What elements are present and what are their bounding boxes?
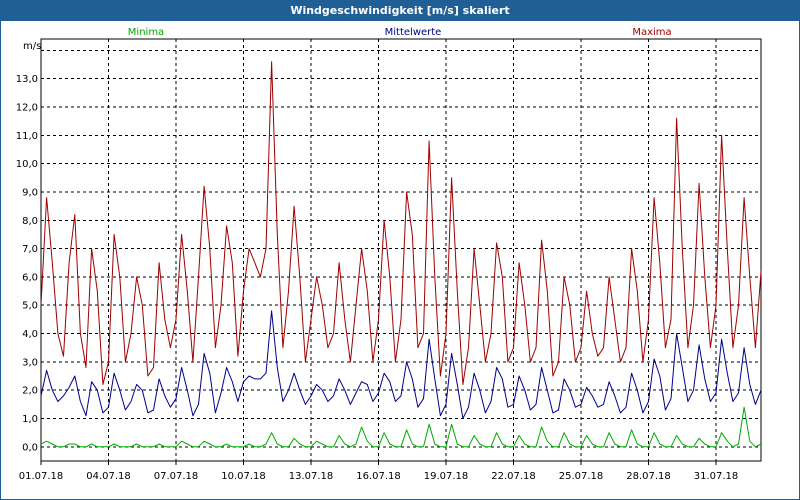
- chart-window: Windgeschwindigkeit [m/s] skaliert 0,0 1,…: [0, 0, 800, 500]
- grid-lines: [40, 39, 761, 461]
- series-line-minima: [40, 406, 762, 448]
- x-tick-label: 31.07.18: [694, 471, 739, 482]
- y-tick-label: 2,0: [22, 386, 38, 397]
- y-tick-label: 12,0: [16, 102, 38, 113]
- y-tick-label: 1,0: [22, 414, 38, 425]
- plot-area-border: [40, 38, 762, 462]
- y-tick-label: 3,0: [22, 357, 38, 368]
- series-line-mittelwerte: [40, 310, 762, 419]
- x-tick-label: 13.07.18: [289, 471, 334, 482]
- series-line-maxima: [40, 61, 762, 385]
- y-tick-label: 4,0: [22, 329, 38, 340]
- y-tick-label: 7,0: [22, 244, 38, 255]
- legend: Maxima Mittelwerte Minima: [128, 27, 672, 38]
- legend-label-minima: Minima: [128, 27, 164, 38]
- y-tick-label: 6,0: [22, 272, 38, 283]
- chart-canvas: 0,0 1,0 2,0 3,0 4,0 5,0 6,0 7,0 8,0 9,0 10,0 11,0 12…: [16, 27, 762, 482]
- y-tick-label: 11,0: [16, 131, 38, 142]
- x-tick-label: 22.07.18: [491, 471, 536, 482]
- x-tick-label: 10.07.18: [221, 471, 266, 482]
- y-tick-label: 0,0: [22, 442, 38, 453]
- x-tick-label: 16.07.18: [356, 471, 401, 482]
- x-tick-label: 01.07.18: [19, 471, 64, 482]
- x-tick-label: 04.07.18: [86, 471, 131, 482]
- y-tick-label: 9,0: [22, 187, 38, 198]
- series-group: [40, 61, 762, 448]
- y-tick-label: 13,0: [16, 74, 38, 85]
- y-axis: 0,0 1,0 2,0 3,0 4,0 5,0 6,0 7,0 8,0 9,0 10,0 11,0 12…: [16, 74, 38, 453]
- y-tick-label: 10,0: [16, 159, 38, 170]
- y-axis-label: m/s: [23, 41, 41, 52]
- y-tick-label: 8,0: [22, 216, 38, 227]
- x-tick-label: 25.07.18: [559, 471, 604, 482]
- x-tick-label: 07.07.18: [154, 471, 199, 482]
- x-axis: 01.07.18 04.07.18 07.07.18 10.07.18 13.07.18…: [19, 461, 739, 482]
- legend-label-maxima: Maxima: [632, 27, 671, 38]
- y-tick-label: 5,0: [22, 301, 38, 312]
- legend-label-mittelwerte: Mittelwerte: [385, 27, 442, 38]
- x-tick-label: 19.07.18: [424, 471, 469, 482]
- x-tick-label: 28.07.18: [626, 471, 671, 482]
